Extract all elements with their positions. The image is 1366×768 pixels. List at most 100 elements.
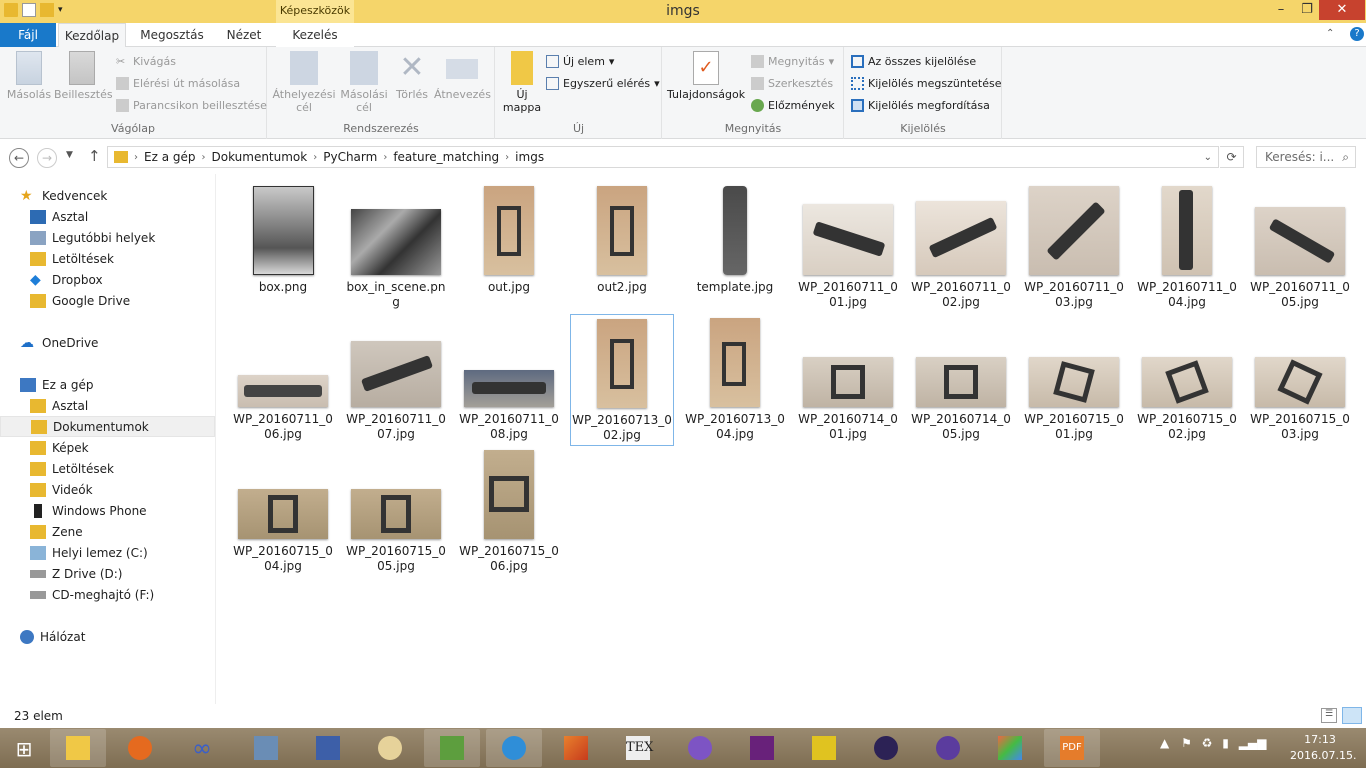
edit-button[interactable]: Szerkesztés (751, 77, 833, 90)
up-button[interactable]: ↑ (88, 147, 101, 165)
select-all-button[interactable]: Az összes kijelölése (851, 55, 976, 68)
nav-item[interactable]: Helyi lemez (C:) (30, 542, 245, 563)
taskbar-github[interactable] (672, 729, 728, 767)
taskbar-firefox[interactable] (112, 729, 168, 767)
paste-button[interactable]: Beillesztés (54, 51, 113, 101)
chevron-down-icon[interactable]: ⌄ (1204, 152, 1212, 163)
help-icon[interactable]: ? (1350, 27, 1364, 41)
nav-this-pc[interactable]: Ez a gép (20, 374, 235, 395)
nav-item[interactable]: ◆ Dropbox (30, 269, 245, 290)
file-item[interactable]: WP_20160711_008.jpg (457, 316, 561, 446)
breadcrumb[interactable]: feature_matching (393, 150, 499, 164)
taskbar-matlab[interactable] (548, 729, 604, 767)
taskbar-calculator[interactable] (238, 729, 294, 767)
file-item[interactable]: WP_20160715_001.jpg (1022, 316, 1126, 446)
nav-item[interactable]: Letöltések (30, 458, 245, 479)
tab-share[interactable]: Megosztás (136, 23, 208, 47)
copy-button[interactable]: Másolás (6, 51, 52, 101)
minimize-button[interactable]: – (1268, 0, 1294, 20)
nav-item[interactable]: Videók (30, 479, 245, 500)
search-input[interactable]: Keresés: i... ⌕ (1256, 146, 1356, 168)
close-button[interactable]: ✕ (1319, 0, 1365, 20)
file-item[interactable]: WP_20160711_007.jpg (344, 316, 448, 446)
file-item[interactable]: WP_20160711_004.jpg (1135, 184, 1239, 314)
tab-view[interactable]: Nézet (218, 23, 270, 47)
signal-icon[interactable]: ▂▄▆ (1239, 736, 1267, 750)
large-icons-view-icon[interactable] (1342, 707, 1362, 724)
file-item[interactable]: template.jpg (683, 184, 787, 314)
nav-item-selected[interactable]: Dokumentumok (0, 416, 215, 437)
file-item[interactable]: out.jpg (457, 184, 561, 314)
taskbar-app[interactable] (424, 729, 480, 767)
maximize-button[interactable]: ❐ (1294, 0, 1320, 20)
file-item[interactable]: WP_20160715_004.jpg (231, 448, 335, 578)
cut-button[interactable]: ✂ Kivágás (116, 55, 176, 68)
rename-button[interactable]: Átnevezés (434, 51, 491, 101)
file-item[interactable]: WP_20160714_005.jpg (909, 316, 1013, 446)
taskbar-app[interactable] (486, 729, 542, 767)
nav-item[interactable]: Asztal (30, 395, 245, 416)
nav-item[interactable]: Z Drive (D:) (30, 563, 245, 584)
recycle-icon[interactable]: ♻ (1202, 736, 1213, 750)
nav-item[interactable]: Képek (30, 437, 245, 458)
nav-item[interactable]: Legutóbbi helyek (30, 227, 245, 248)
file-item[interactable]: box_in_scene.png (344, 184, 448, 314)
battery-icon[interactable]: ▮ (1222, 736, 1229, 750)
file-item[interactable]: WP_20160711_006.jpg (231, 316, 335, 446)
move-to-button[interactable]: Áthelyezési cél (272, 51, 336, 114)
taskbar-app[interactable]: ∞ (176, 729, 232, 767)
taskbar-file-explorer[interactable] (50, 729, 106, 767)
file-item[interactable]: WP_20160711_005.jpg (1248, 184, 1352, 314)
taskbar-app[interactable] (982, 729, 1038, 767)
windows-start-icon[interactable]: ⊞ (10, 737, 38, 761)
nav-network[interactable]: Hálózat (20, 626, 235, 647)
tab-manage[interactable]: Kezelés (276, 23, 354, 47)
address-box[interactable]: › Ez a gép › Dokumentumok › PyCharm › featu… (107, 146, 1219, 168)
breadcrumb[interactable]: Dokumentumok (211, 150, 307, 164)
easy-access-button[interactable]: Egyszerű elérés ▾ (546, 77, 660, 90)
invert-selection-button[interactable]: Kijelölés megfordítása (851, 99, 990, 112)
details-view-icon[interactable]: ☰ (1321, 708, 1337, 723)
nav-item[interactable]: Windows Phone (30, 500, 245, 521)
nav-item[interactable]: Asztal (30, 206, 245, 227)
clock[interactable]: 17:13 2016.07.15. (1290, 732, 1356, 764)
breadcrumb[interactable]: imgs (515, 150, 544, 164)
open-button[interactable]: Megnyitás ▾ (751, 55, 834, 68)
history-button[interactable]: Előzmények (751, 99, 835, 112)
paste-shortcut-button[interactable]: Parancsikon beillesztése (116, 99, 267, 112)
select-none-button[interactable]: Kijelölés megszüntetése (851, 77, 1002, 90)
tab-home[interactable]: Kezdőlap (58, 23, 126, 48)
breadcrumb[interactable]: PyCharm (323, 150, 377, 164)
nav-item[interactable]: Letöltések (30, 248, 245, 269)
taskbar-paint[interactable] (362, 729, 418, 767)
file-item[interactable]: WP_20160714_001.jpg (796, 316, 900, 446)
nav-onedrive[interactable]: ☁ OneDrive (20, 332, 235, 353)
new-folder-button[interactable]: Új mappa (502, 51, 542, 114)
taskbar-app[interactable] (796, 729, 852, 767)
taskbar-pdf[interactable]: PDF (1044, 729, 1100, 767)
copy-path-button[interactable]: Elérési út másolása (116, 77, 240, 90)
breadcrumb[interactable]: Ez a gép (144, 150, 195, 164)
new-item-button[interactable]: Új elem ▾ (546, 55, 614, 68)
chevron-up-icon[interactable]: ▲ (1160, 736, 1169, 750)
recent-locations-icon[interactable]: ▼ (66, 150, 73, 160)
nav-item[interactable]: Google Drive (30, 290, 245, 311)
file-item[interactable]: WP_20160715_003.jpg (1248, 316, 1352, 446)
file-item[interactable]: WP_20160715_005.jpg (344, 448, 448, 578)
file-item[interactable]: WP_20160713_004.jpg (683, 316, 787, 446)
forward-button[interactable]: → (37, 148, 57, 168)
refresh-button[interactable]: ⟳ (1220, 146, 1244, 168)
copy-to-button[interactable]: Másolási cél (338, 51, 390, 114)
file-item-selected[interactable]: WP_20160713_002.jpg (570, 314, 674, 446)
taskbar-eclipse[interactable] (920, 729, 976, 767)
taskbar-eclipse[interactable] (858, 729, 914, 767)
file-item[interactable]: WP_20160711_002.jpg (909, 184, 1013, 314)
nav-favorites[interactable]: ★ Kedvencek (20, 185, 235, 206)
flag-icon[interactable]: ⚑ (1181, 736, 1192, 750)
chevron-up-icon[interactable]: ⌃ (1326, 28, 1334, 39)
file-item[interactable]: WP_20160715_006.jpg (457, 448, 561, 578)
file-item[interactable]: WP_20160715_002.jpg (1135, 316, 1239, 446)
nav-item[interactable]: CD-meghajtó (F:) (30, 584, 245, 605)
taskbar-tex[interactable]: TEX (610, 729, 666, 767)
file-item[interactable]: out2.jpg (570, 184, 674, 314)
